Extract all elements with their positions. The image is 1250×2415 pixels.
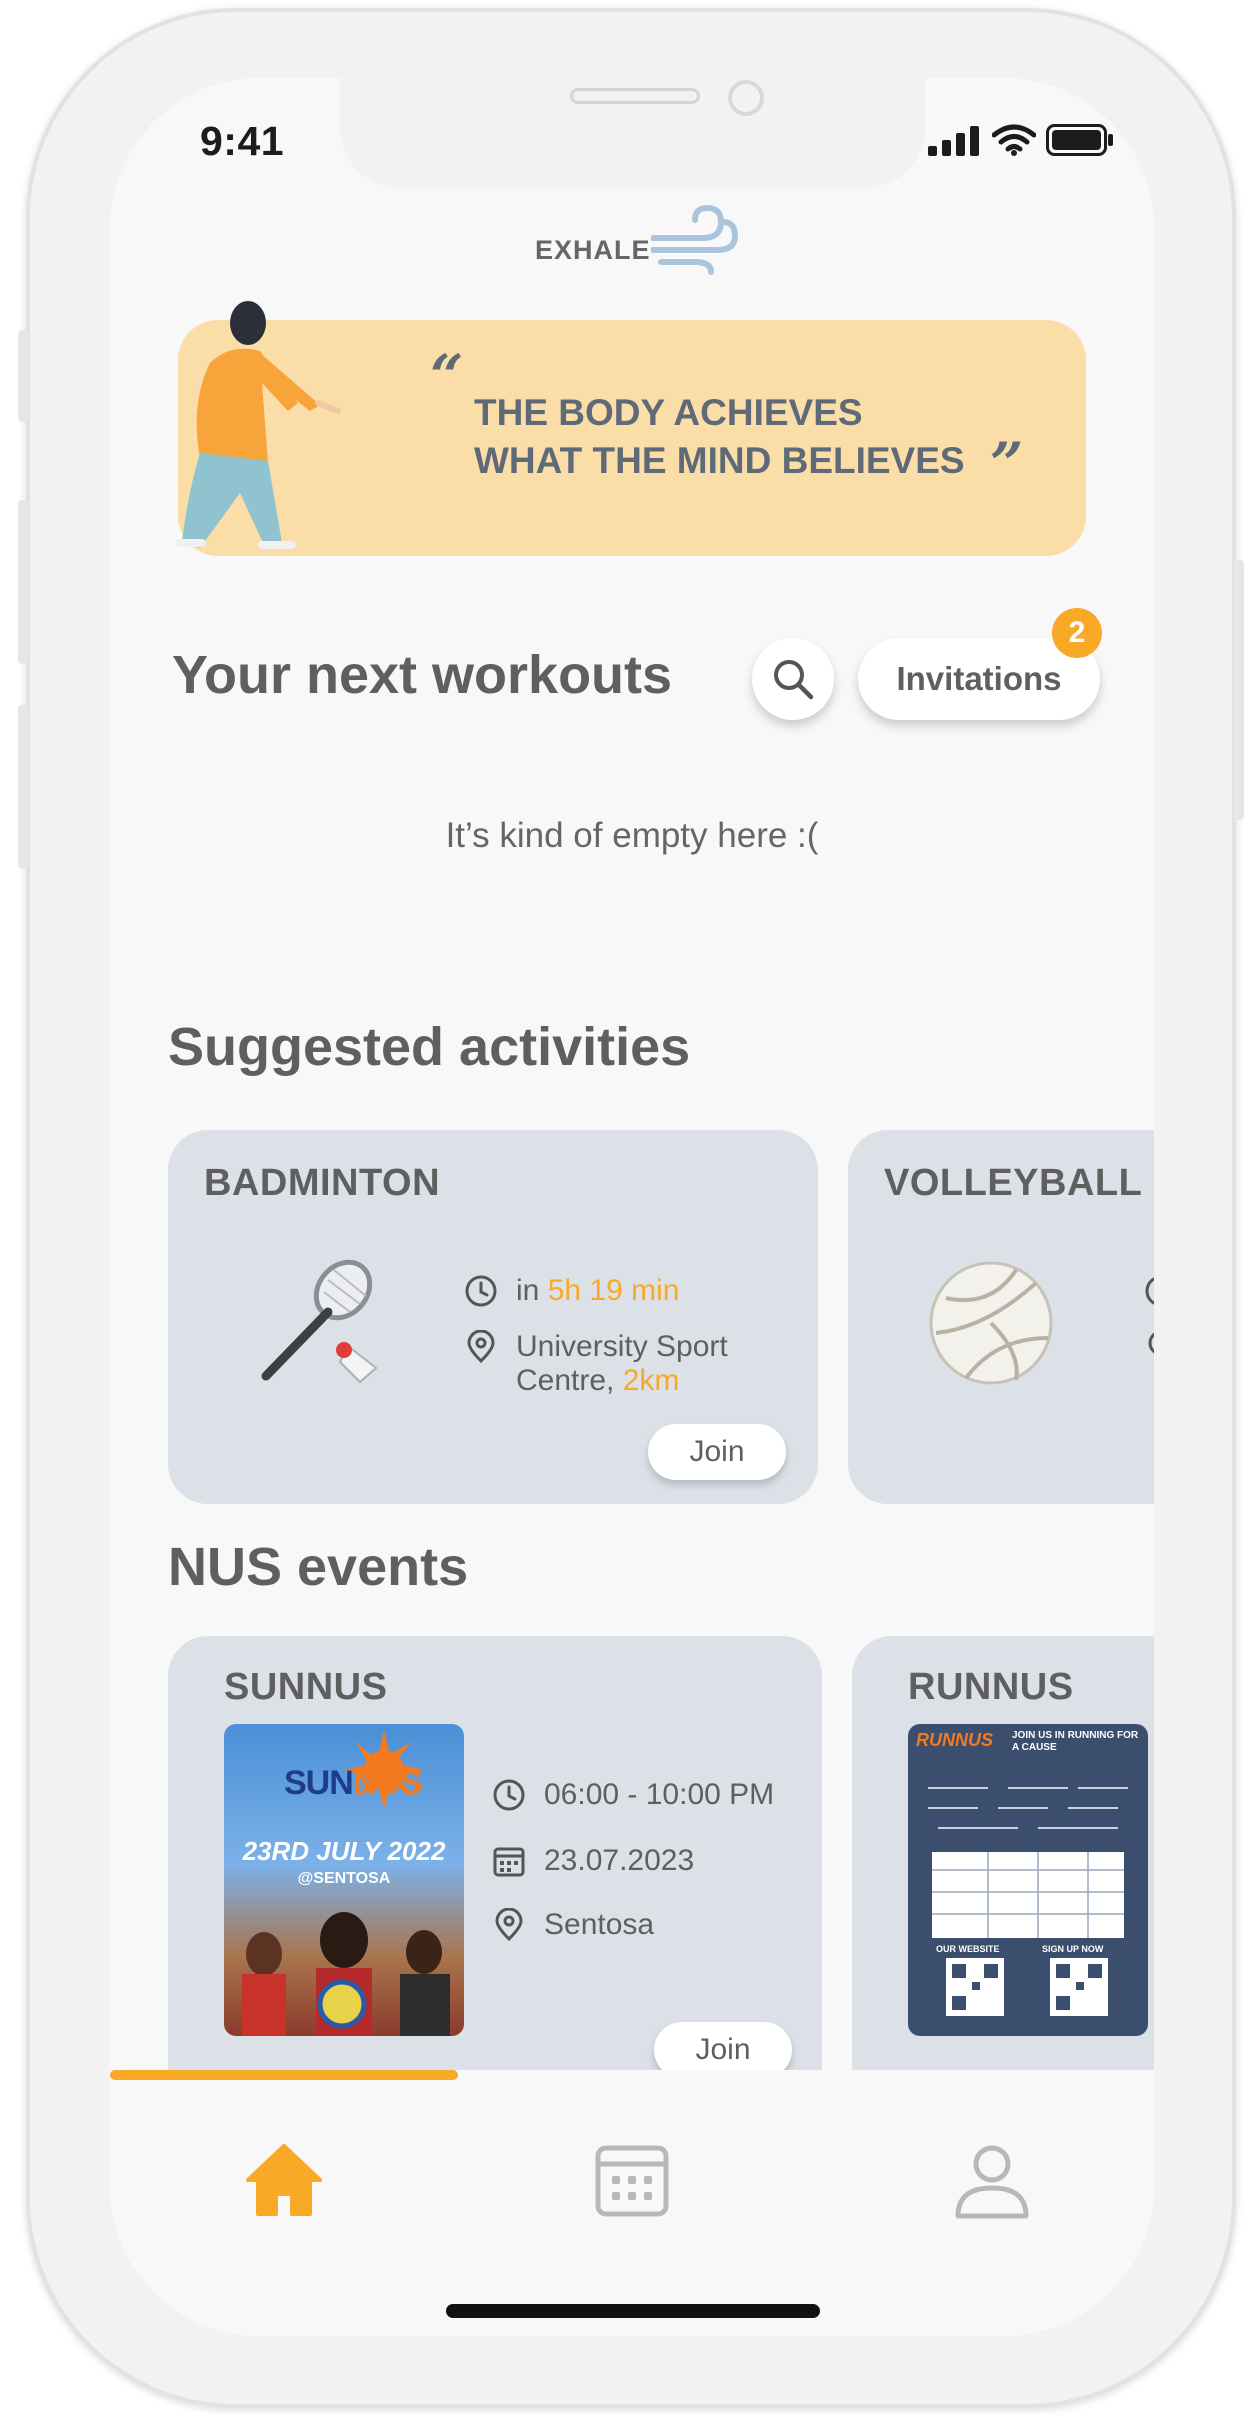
clock-icon (493, 1779, 525, 1811)
time-prefix: in (516, 1274, 548, 1307)
location-pin-icon (495, 1908, 523, 1942)
speaker-grille (570, 88, 700, 104)
event-time: 06:00 - 10:00 PM (544, 1778, 775, 1811)
poster-details-graphic (928, 1787, 1128, 2016)
home-icon (246, 2144, 322, 2216)
active-tab-indicator (110, 2070, 458, 2080)
event-date-row: 23.07.2023 (492, 1844, 694, 1878)
event-location-row: Sentosa (492, 1908, 654, 1942)
location-pin-icon (467, 1330, 495, 1364)
join-button[interactable]: Join (648, 1424, 786, 1480)
calendar-icon (595, 2145, 669, 2217)
sunnus-poster: SUNNUS 23RD JULY 2022 @SENTOSA (224, 1724, 464, 2036)
clock-icon (1145, 1277, 1154, 1305)
nav-home[interactable] (234, 2130, 334, 2230)
nus-events-title: NUS events (168, 1537, 469, 1597)
distance: 2km (622, 1364, 680, 1397)
battery-icon (1046, 124, 1113, 156)
poster-sign-up: SIGN UP NOW (1042, 1944, 1104, 1954)
invitations-count-badge: 2 (1052, 608, 1102, 658)
activity-time-row: in 5h 19 min (464, 1274, 679, 1308)
logo-text: EXHALE (535, 234, 651, 265)
power-button (1234, 560, 1244, 820)
empty-workouts-message: It’s kind of empty here :( (445, 816, 819, 855)
activity-name: VOLLEYBALL (884, 1162, 1143, 1204)
location-line-2: Centre, (516, 1364, 623, 1397)
poster-our-website: OUR WEBSITE (936, 1944, 1000, 1954)
calendar-icon (493, 1847, 525, 1877)
event-time-row: 06:00 - 10:00 PM (492, 1778, 774, 1812)
home-indicator-bar[interactable] (446, 2304, 820, 2318)
nav-calendar[interactable] (582, 2130, 682, 2230)
status-time: 9:41 (200, 118, 285, 164)
event-date: 23.07.2023 (544, 1844, 695, 1877)
wifi-icon (992, 124, 1036, 156)
next-workouts-title: Your next workouts (172, 645, 673, 705)
app-screen: 9:41 EXHALE “ THE BODY ACHIEVES WHAT THE… (110, 78, 1154, 2336)
wind-icon (650, 204, 738, 275)
event-name: SUNNUS (224, 1666, 388, 1708)
runnus-poster: RUNNUS JOIN US IN RUNNING FOR A CAUSE OU… (908, 1724, 1148, 2036)
volume-down-button (18, 705, 28, 869)
event-card-runnus[interactable]: RUNNUS RUNNUS JOIN US IN RUNNING FOR A C… (852, 1636, 1154, 2116)
poster-date: 23RD JULY 2022 (242, 1836, 446, 1866)
profile-icon (955, 2145, 1029, 2219)
activity-card-badminton[interactable]: BADMINTON in 5h 19 min University Sport … (168, 1130, 818, 1504)
event-location: Sentosa (544, 1908, 655, 1941)
clock-icon (465, 1275, 497, 1307)
poster-photo (242, 1912, 450, 2036)
cellular-signal-icon (928, 126, 979, 156)
quote-open-mark: “ (430, 342, 464, 410)
front-camera (728, 80, 764, 116)
badminton-icon (261, 1259, 378, 1384)
activity-card-volleyball[interactable]: VOLLEYBALL (848, 1130, 1154, 1504)
suggested-activities-title: Suggested activities (168, 1017, 691, 1077)
time-until: 5h 19 min (547, 1274, 680, 1307)
poster-brand: SUNNUS (284, 1764, 423, 1803)
location-line-1: University Sport (516, 1330, 728, 1363)
poster-brand: RUNNUS (916, 1730, 994, 1750)
poster-brand-sun: SUN (284, 1764, 354, 1802)
event-name: RUNNUS (908, 1666, 1074, 1708)
volleyball-icon (929, 1261, 1053, 1385)
activity-name: BADMINTON (204, 1162, 441, 1204)
activity-location-row: University Sport Centre, 2km (464, 1330, 728, 1398)
poster-venue: @SENTOSA (297, 1870, 391, 1887)
search-icon (774, 660, 814, 700)
nav-profile[interactable] (942, 2130, 1042, 2230)
mute-switch (18, 330, 28, 422)
poster-headline: JOIN US IN RUNNING FOR A CAUSE (1012, 1730, 1139, 1753)
event-card-sunnus[interactable]: SUNNUS SUNNUS 23RD JULY 2022 @SENTOSA 06… (168, 1636, 822, 2116)
location-pin-icon (1148, 1332, 1154, 1354)
walking-person-illustration (176, 301, 341, 549)
search-button[interactable] (752, 638, 834, 720)
app-logo: EXHALE (535, 200, 747, 278)
volume-up-button (18, 500, 28, 664)
banner-quote-line-2: WHAT THE MIND BELIEVES (474, 440, 965, 481)
poster-brand-nus: NUS (352, 1764, 423, 1802)
status-icons (928, 124, 1114, 156)
banner-quote-line-1: THE BODY ACHIEVES (474, 392, 863, 433)
quote-close-mark: ” (990, 430, 1024, 498)
